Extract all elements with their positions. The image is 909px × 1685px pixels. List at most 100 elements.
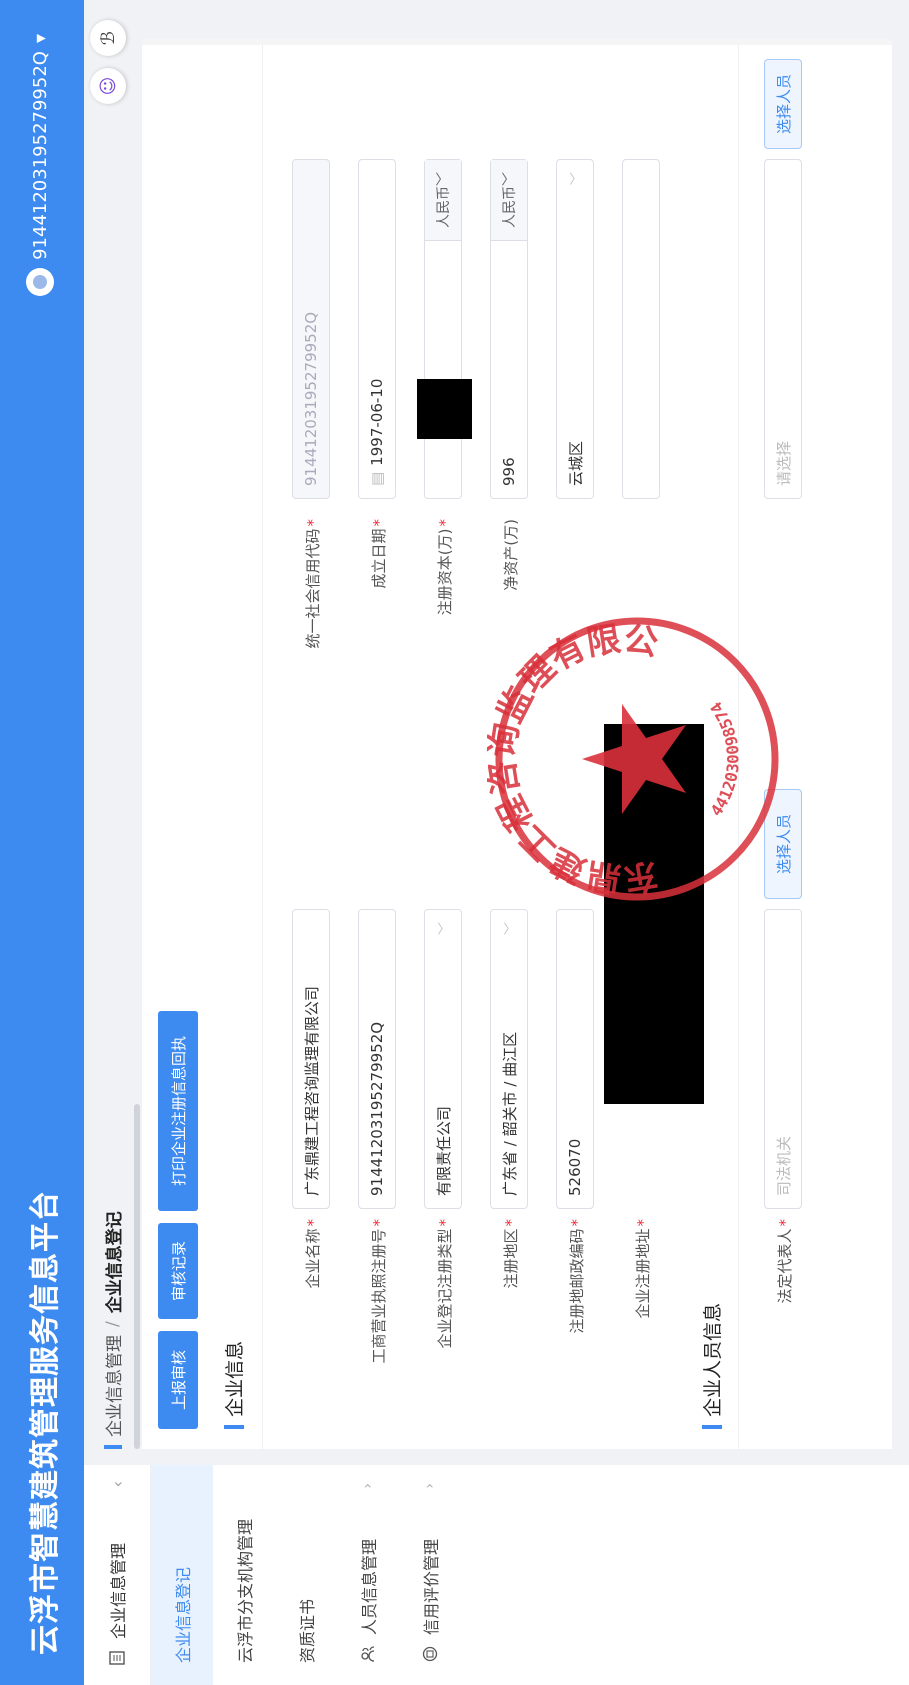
- label-text: 统一社会信用代码: [304, 528, 322, 649]
- divider: [738, 39, 739, 1449]
- submit-review-button[interactable]: 上报审核: [158, 1331, 198, 1429]
- chevron-down-icon: ﹀: [569, 172, 585, 186]
- select-person-button[interactable]: 选择人员: [764, 59, 802, 149]
- company-name-input[interactable]: 广东鼎建工程咨询监理有限公司: [292, 909, 330, 1209]
- found-date-label: 成立日期*: [370, 519, 388, 589]
- input-value: 91441203195279952Q: [302, 311, 320, 486]
- tech-lead-input[interactable]: 请选择: [764, 159, 802, 499]
- breadcrumb-separator: /: [102, 1321, 123, 1327]
- print-receipt-button[interactable]: 打印企业注册信息回执: [158, 1011, 198, 1211]
- section-marker: [223, 1425, 244, 1429]
- sidebar-header[interactable]: 企业信息管理 ‹: [84, 1465, 151, 1685]
- chevron-right-icon: ›: [422, 1483, 438, 1489]
- floating-tools: ☺ ℬ: [90, 20, 126, 104]
- suffix-text: 人民币: [502, 186, 518, 228]
- input-value: 有限责任公司: [434, 1105, 453, 1196]
- section-title: 企业信息: [224, 1340, 246, 1417]
- address-input[interactable]: [622, 159, 660, 499]
- currency-select[interactable]: 人民币 ﹀: [425, 160, 461, 241]
- app-title: 云浮市智慧建筑管理服务信息平台: [28, 1190, 63, 1655]
- reg-type-label: 企业登记注册类型*: [436, 1219, 454, 1349]
- record-icon: [421, 1645, 439, 1663]
- label-text: 法定代表人: [776, 1228, 794, 1304]
- chevron-down-icon: ﹀: [437, 922, 453, 936]
- people-icon: [359, 1645, 377, 1663]
- label-text: 工商营业执照注册号: [370, 1228, 388, 1364]
- chevron-right-icon: ›: [360, 1483, 376, 1489]
- postcode-input[interactable]: 526070: [556, 909, 594, 1209]
- main-panel: 上报审核 审核记录 打印企业注册信息回执 企业信息 企业名称* 广东鼎建工程咨询…: [142, 39, 892, 1449]
- input-value: 广东省 / 韶关市 / 曲江区: [500, 1031, 519, 1196]
- biz-reg-no-input[interactable]: 91441203195279952Q: [358, 909, 396, 1209]
- redaction-block: [604, 724, 704, 1104]
- app-canvas: 云浮市智慧建筑管理服务信息平台 91441203195279952Q ▾ 企业信…: [0, 0, 909, 1685]
- section-marker: [701, 1425, 722, 1429]
- sidebar-item-company-register[interactable]: 企业信息登记: [151, 1465, 213, 1685]
- divider: [262, 39, 263, 1449]
- sidebar-item-label: 云浮市分支机构管理: [236, 1518, 255, 1663]
- legal-rep-label: 法定代表人*: [776, 1219, 794, 1304]
- reg-capital-input[interactable]: 人民币 ﹀: [424, 159, 462, 499]
- sidebar: 企业信息管理 ‹ 企业信息登记 云浮市分支机构管理 资质证书 人员信息管理 › …: [84, 1465, 909, 1685]
- user-menu[interactable]: 91441203195279952Q ▾: [26, 34, 54, 296]
- credit-code-label: 统一社会信用代码*: [304, 519, 322, 649]
- input-value: 526070: [566, 1138, 584, 1196]
- found-date-picker[interactable]: ▤ 1997-06-10: [358, 159, 396, 499]
- sidebar-item-label: 人员信息管理: [360, 1538, 379, 1635]
- sidebar-item-label: 资质证书: [298, 1598, 317, 1663]
- label-text: 企业注册地址: [634, 1228, 652, 1319]
- caret-down-icon: ▾: [29, 34, 51, 44]
- input-value: 云城区: [566, 440, 585, 486]
- sidebar-item-credit[interactable]: 信用评价管理 ›: [399, 1465, 461, 1685]
- sidebar-item-people[interactable]: 人员信息管理 ›: [337, 1465, 399, 1685]
- label-text: 注册地区: [502, 1228, 520, 1289]
- building-icon: [108, 1649, 126, 1667]
- select-person-button[interactable]: 选择人员: [764, 789, 802, 899]
- sidebar-item-qualification[interactable]: 资质证书: [275, 1465, 337, 1685]
- suffix-text: 人民币: [436, 186, 452, 228]
- reg-area-cascader[interactable]: 广东省 / 韶关市 / 曲江区 ﹀: [490, 909, 528, 1209]
- sidebar-item-label: 信用评价管理: [422, 1538, 441, 1635]
- calendar-icon: ▤: [368, 471, 386, 486]
- postcode-label: 注册地邮政编码*: [568, 1219, 586, 1334]
- section-title: 企业人员信息: [702, 1302, 724, 1417]
- reg-capital-label: 注册资本(万)*: [436, 519, 454, 616]
- label-text: 企业名称: [304, 1228, 322, 1289]
- breadcrumb-marker: [103, 1445, 122, 1449]
- scrollbar-thumb[interactable]: [134, 1104, 140, 1449]
- net-assets-input[interactable]: 996 人民币 ﹀: [490, 159, 528, 499]
- chevron-down-icon: ﹀: [503, 922, 519, 936]
- label-text: 注册地邮政编码: [568, 1228, 586, 1334]
- sidebar-item-branch[interactable]: 云浮市分支机构管理: [213, 1465, 275, 1685]
- breadcrumb-current: 企业信息登记: [105, 1211, 125, 1314]
- company-name-label: 企业名称*: [304, 1219, 322, 1289]
- input-value: 1997-06-10: [368, 378, 386, 466]
- address-label: 企业注册地址*: [634, 1219, 652, 1319]
- assistant-icon[interactable]: ☺: [90, 68, 126, 104]
- label-text: 成立日期: [370, 528, 388, 589]
- input-placeholder: 请选择: [774, 440, 793, 486]
- sidebar-item-label: 企业信息登记: [174, 1566, 193, 1663]
- reg-type-select[interactable]: 有限责任公司 ﹀: [424, 909, 462, 1209]
- butterfly-icon[interactable]: ℬ: [90, 20, 126, 56]
- label-text: 注册资本(万): [436, 528, 454, 616]
- currency-select[interactable]: 人民币 ﹀: [491, 160, 527, 241]
- label-text: 企业登记注册类型: [436, 1228, 454, 1349]
- credit-code-input[interactable]: 91441203195279952Q: [292, 159, 330, 499]
- vertical-scrollbar[interactable]: [142, 39, 892, 45]
- section-people-info: 企业人员信息: [698, 1303, 725, 1429]
- review-record-button[interactable]: 审核记录: [158, 1223, 198, 1319]
- breadcrumb: 企业信息管理 / 企业信息登记: [100, 1211, 125, 1449]
- user-id: 91441203195279952Q: [29, 51, 51, 260]
- county-select[interactable]: 云城区 ﹀: [556, 159, 594, 499]
- breadcrumb-parent[interactable]: 企业信息管理: [100, 1335, 125, 1437]
- section-company-info: 企业信息: [220, 1341, 247, 1429]
- input-value: 996: [500, 457, 518, 486]
- collapse-icon[interactable]: ‹: [108, 1481, 127, 1487]
- net-assets-label: 净资产(万): [500, 519, 521, 669]
- reg-area-label: 注册地区*: [502, 1219, 520, 1289]
- user-avatar-icon: [26, 267, 54, 296]
- label-text: 净资产(万): [502, 519, 520, 591]
- horizontal-scrollbar[interactable]: [134, 39, 140, 1449]
- legal-rep-input[interactable]: 司法机关: [764, 909, 802, 1209]
